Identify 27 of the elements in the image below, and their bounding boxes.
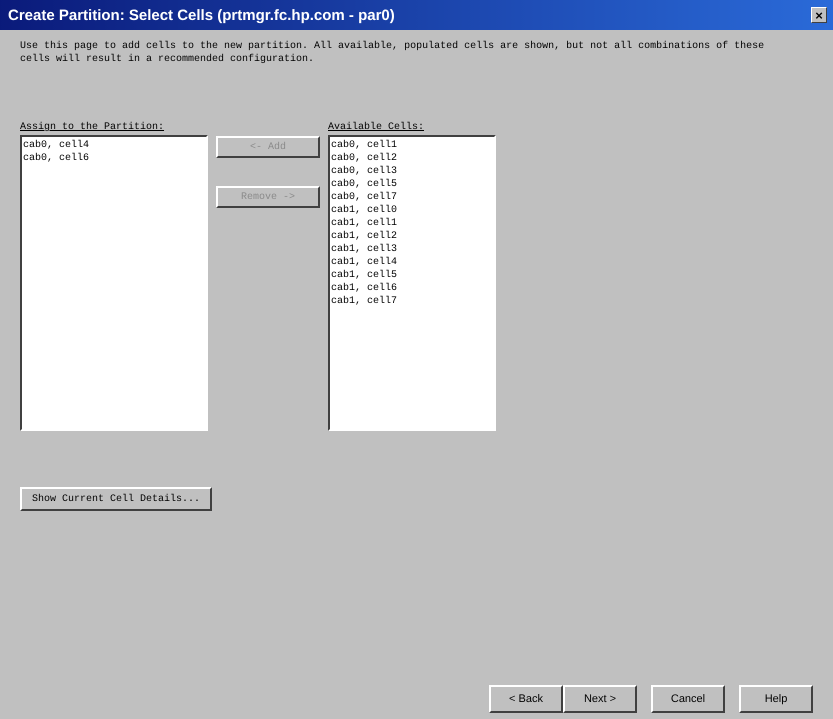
list-label: Available Cells: — [328, 122, 426, 133]
list-item[interactable]: cab1, cell4 — [331, 256, 493, 269]
available-list[interactable]: cab0, cell1 cab0, cell2 cab0, cell3 cab0, cell5 cab0, cell7 cab1, cell0 cab1, cell1 cab1, cell2 cab1, cell3 cab1, cell4 cab1, cell5 cab1, cell6 cab1, cell7 — [328, 135, 496, 431]
list-item[interactable]: cab0, cell2 — [331, 152, 493, 165]
footer-button[interactable]: < Back — [489, 685, 563, 713]
list-item[interactable]: cab0, cell5 — [331, 178, 493, 191]
list-item[interactable]: cab0, cell4 — [23, 139, 205, 152]
list-item[interactable]: cab1, cell7 — [331, 295, 493, 308]
list-item[interactable]: cab1, cell2 — [331, 230, 493, 243]
close-button[interactable]: × — [811, 7, 827, 23]
window-title: Create Partition: Select Cells (prtmgr.fc.hp.com - par0) — [8, 6, 395, 24]
footer-button[interactable]: Cancel — [651, 685, 725, 713]
list-item[interactable]: cab0, cell6 — [23, 152, 205, 165]
list-label: Assign to the Partition: — [20, 122, 166, 133]
list-item[interactable]: cab0, cell7 — [331, 191, 493, 204]
list-item[interactable]: cab0, cell1 — [331, 139, 493, 152]
list-item[interactable]: cab1, cell5 — [331, 269, 493, 282]
footer-button[interactable]: Help — [739, 685, 813, 713]
list-item[interactable]: cab1, cell6 — [331, 282, 493, 295]
list-item[interactable]: cab1, cell1 — [331, 217, 493, 230]
instructions-text: Use this page to add cells to the new partition. All available, populated cells are shown, but not all combinations of these cells will result in a recommended configuration. — [20, 40, 766, 66]
assigned-list[interactable]: cab0, cell4 cab0, cell6 — [20, 135, 208, 431]
list-item[interactable]: cab1, cell3 — [331, 243, 493, 256]
list-item[interactable]: cab1, cell0 — [331, 204, 493, 217]
details-button[interactable]: Show Current Cell Details... — [20, 487, 212, 511]
list-item[interactable]: cab0, cell3 — [331, 165, 493, 178]
footer-button[interactable]: Next > — [563, 685, 637, 713]
